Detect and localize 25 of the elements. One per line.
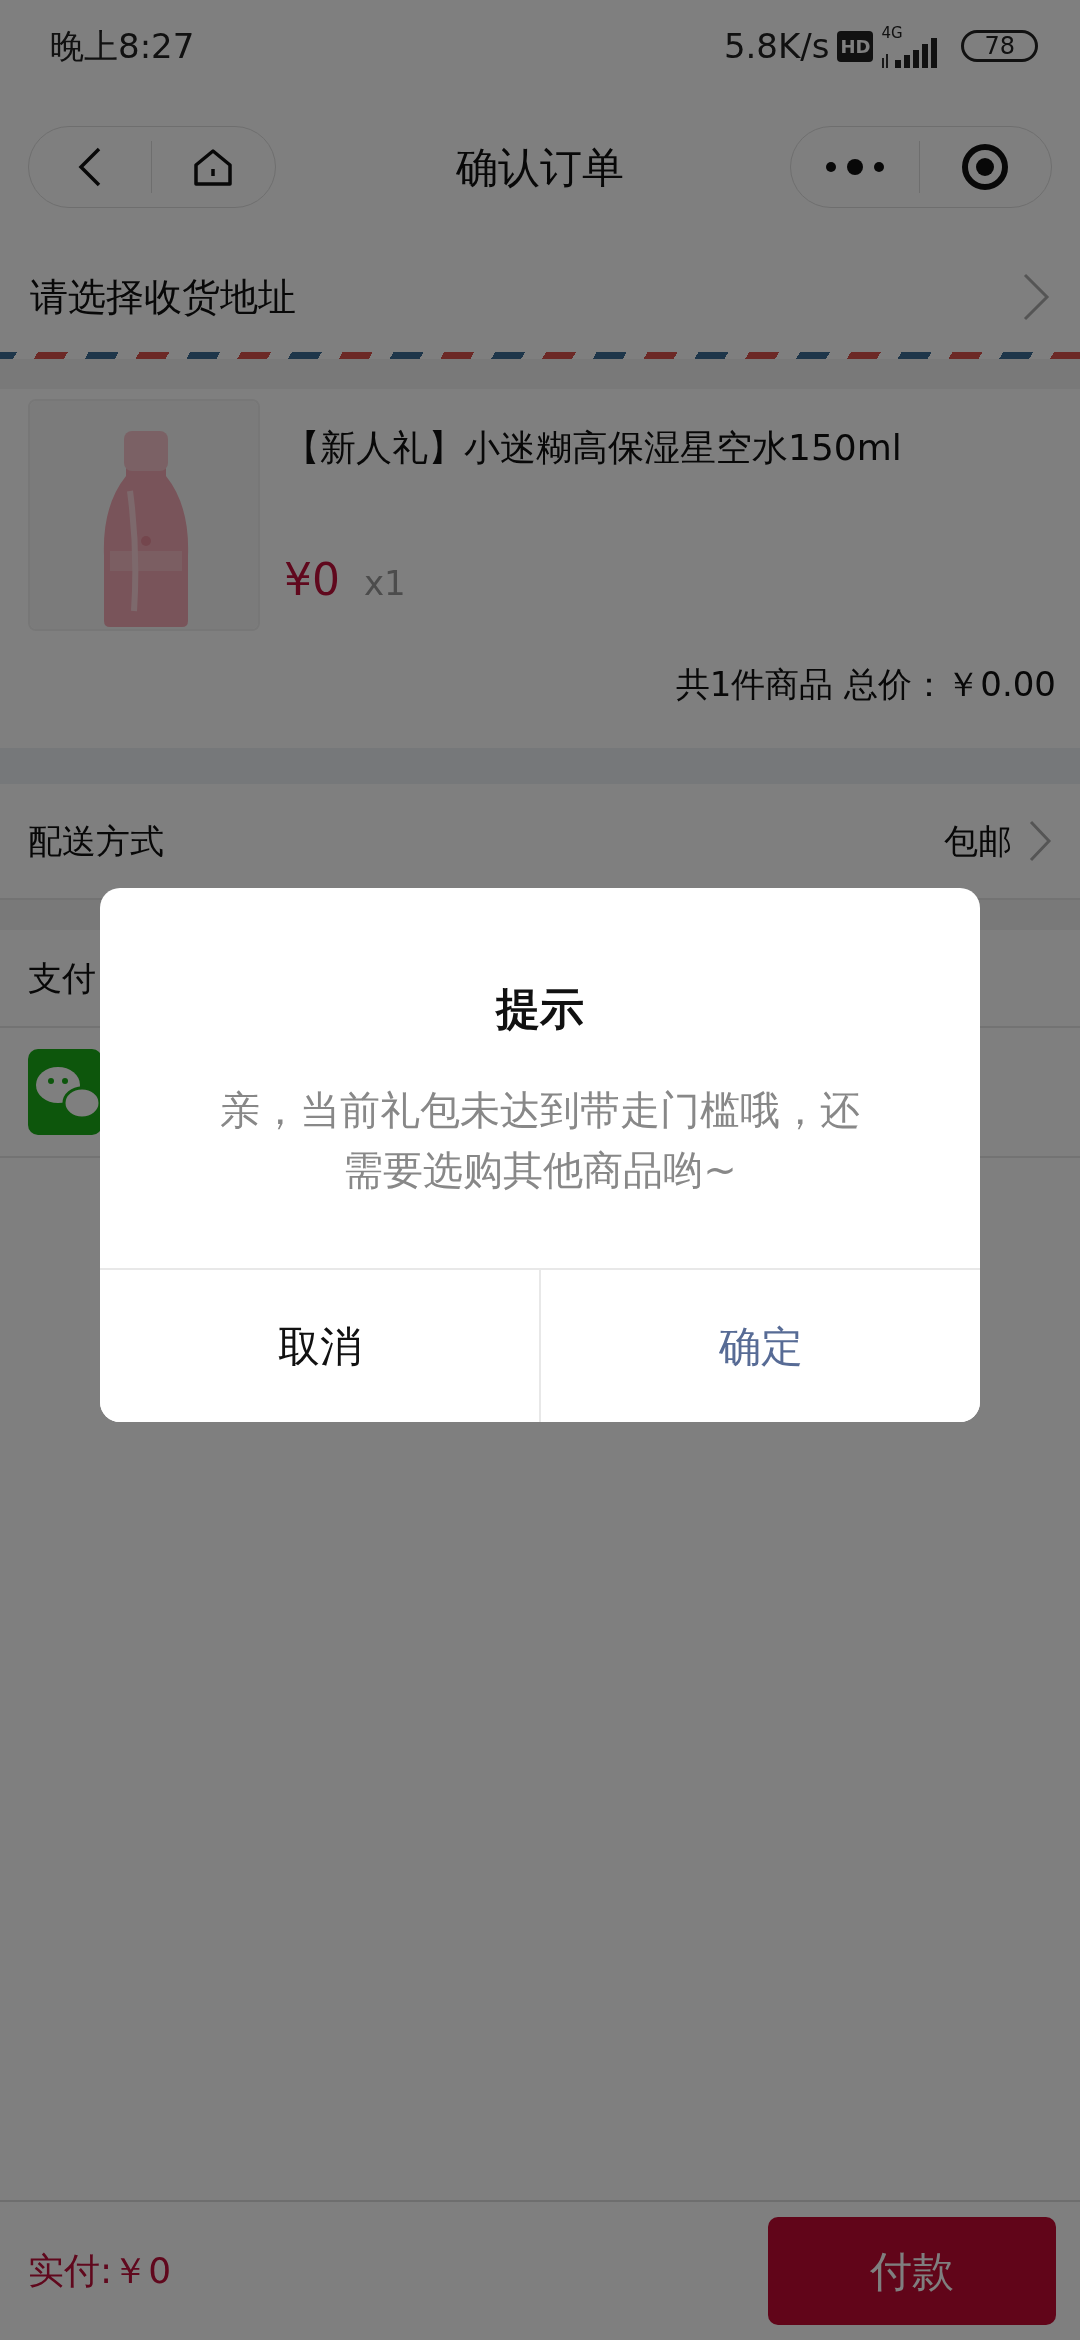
total-paid: 实付:￥0 [28,2249,172,2293]
delivery-label: 配送方式 [28,819,164,863]
home-icon [193,147,233,187]
delivery-value: 包邮 [944,819,1012,863]
dialog-message: 亲，当前礼包未达到带走门槛哦，还需要选购其他商品哟~ [219,1086,861,1195]
order-summary: 共1件商品 总价：￥0.00 [675,664,1056,704]
pay-button[interactable]: 付款 [768,2217,1056,2325]
more-icon [825,159,885,175]
back-icon [77,146,103,188]
dialog-title: 提示 [494,982,585,1036]
page-title: 确认订单 [456,141,624,194]
product-title: 【新人礼】小迷糊高保湿星空水150ml [284,426,902,470]
chevron-icon [1022,272,1050,322]
product-price: ¥0 [284,553,340,607]
payment-label: 支付 [28,956,96,1000]
address-label: 请选择收货地址 [30,273,296,321]
chat-bubbles-icon[interactable] [28,1049,102,1135]
status-time: 晚上8:27 [50,24,195,68]
target-icon [961,143,1009,191]
address-row[interactable]: 请选择收货地址 [0,242,1080,352]
network-speed: 5.8K/s [723,24,830,68]
chevron-icon [1028,819,1052,863]
confirm-button[interactable]: 确定 [539,1270,980,1422]
hd-badge: HD [837,30,874,62]
battery-indicator: 78 [961,30,1038,62]
